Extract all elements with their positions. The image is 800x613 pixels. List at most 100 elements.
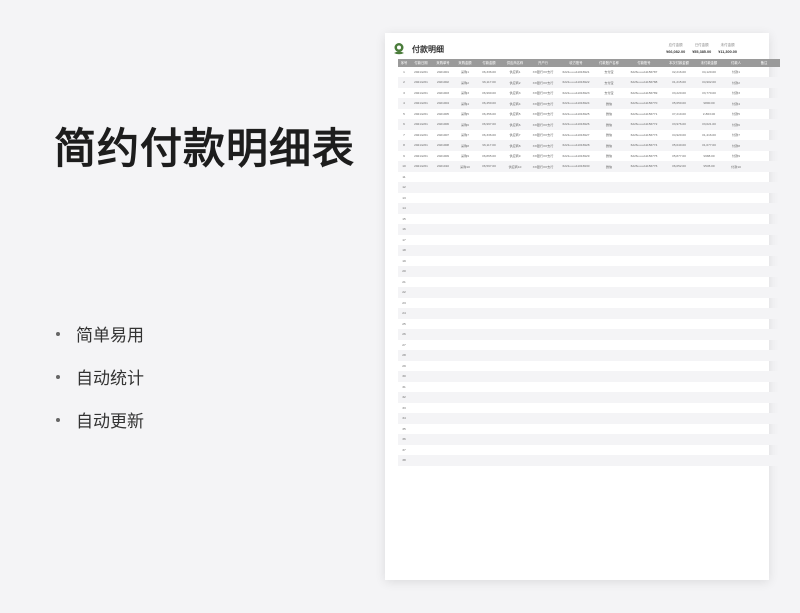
table-cell[interactable]: 30 (398, 371, 410, 382)
table-cell[interactable] (476, 172, 502, 183)
table-cell[interactable] (624, 224, 664, 235)
table-cell[interactable]: 付款3 (724, 88, 748, 99)
table-cell[interactable] (410, 235, 432, 246)
table-cell[interactable] (528, 371, 558, 382)
table-cell[interactable] (454, 224, 476, 235)
table-cell[interactable] (624, 329, 664, 340)
table-cell[interactable] (410, 203, 432, 214)
table-cell[interactable] (694, 350, 724, 361)
table-cell[interactable] (502, 445, 528, 456)
table-cell[interactable] (410, 266, 432, 277)
table-cell[interactable] (476, 287, 502, 298)
table-cell[interactable] (724, 266, 748, 277)
table-cell[interactable]: 微信 (594, 151, 624, 162)
table-cell[interactable]: ¥6,117.00 (476, 140, 502, 151)
table-cell[interactable] (624, 214, 664, 225)
table-cell[interactable]: 支付宝 (594, 67, 624, 78)
table-cell[interactable] (454, 392, 476, 403)
table-cell[interactable]: 9 (398, 151, 410, 162)
table-cell[interactable] (624, 287, 664, 298)
table-cell[interactable] (528, 287, 558, 298)
table-cell[interactable] (724, 371, 748, 382)
table-cell[interactable] (748, 130, 780, 141)
table-cell[interactable] (454, 424, 476, 435)
table-cell[interactable] (454, 235, 476, 246)
table-cell[interactable] (502, 266, 528, 277)
table-cell[interactable]: 6221••••••11016926 (558, 119, 594, 130)
table-cell[interactable]: 采购9 (454, 151, 476, 162)
table-cell[interactable] (454, 193, 476, 204)
table-cell[interactable] (502, 308, 528, 319)
table-cell[interactable]: 2021/2/21 (410, 161, 432, 172)
table-cell[interactable] (624, 455, 664, 466)
table-cell[interactable]: ¥6,052.00 (664, 161, 694, 172)
table-cell[interactable] (694, 329, 724, 340)
table-cell[interactable]: 微信 (594, 109, 624, 120)
table-cell[interactable] (454, 445, 476, 456)
table-cell[interactable] (432, 298, 454, 309)
table-cell[interactable] (558, 245, 594, 256)
table-cell[interactable] (454, 256, 476, 267)
table-cell[interactable]: 6226••••••11156776 (624, 161, 664, 172)
table-cell[interactable] (528, 403, 558, 414)
table-cell[interactable] (502, 256, 528, 267)
table-cell[interactable] (476, 256, 502, 267)
table-cell[interactable] (594, 424, 624, 435)
table-cell[interactable] (432, 277, 454, 288)
table-cell[interactable] (664, 224, 694, 235)
table-cell[interactable] (410, 403, 432, 414)
table-cell[interactable] (502, 392, 528, 403)
table-cell[interactable]: 33 (398, 403, 410, 414)
table-cell[interactable] (724, 193, 748, 204)
table-cell[interactable]: 采购1 (454, 67, 476, 78)
table-cell[interactable]: 6221••••••11016927 (558, 130, 594, 141)
table-cell[interactable] (724, 203, 748, 214)
table-cell[interactable]: ¥3,770.00 (694, 88, 724, 99)
table-cell[interactable]: 2021/2/21 (410, 109, 432, 120)
table-cell[interactable]: 27 (398, 340, 410, 351)
table-cell[interactable] (594, 203, 624, 214)
table-cell[interactable] (502, 172, 528, 183)
table-cell[interactable]: 2021005 (432, 109, 454, 120)
table-cell[interactable]: 10 (398, 161, 410, 172)
table-cell[interactable] (748, 245, 780, 256)
table-cell[interactable] (558, 193, 594, 204)
table-cell[interactable] (410, 182, 432, 193)
table-cell[interactable] (558, 172, 594, 183)
table-cell[interactable] (694, 371, 724, 382)
table-cell[interactable] (432, 361, 454, 372)
table-cell[interactable]: ¥1,077.00 (694, 140, 724, 151)
table-cell[interactable]: ¥4,902.00 (694, 77, 724, 88)
table-cell[interactable] (528, 329, 558, 340)
table-cell[interactable]: 2021001 (432, 67, 454, 78)
table-cell[interactable]: ¥-863.00 (694, 109, 724, 120)
table-cell[interactable] (528, 172, 558, 183)
table-cell[interactable] (664, 340, 694, 351)
table-cell[interactable] (694, 266, 724, 277)
table-cell[interactable] (624, 172, 664, 183)
table-cell[interactable] (528, 193, 558, 204)
table-cell[interactable] (502, 455, 528, 466)
table-cell[interactable] (748, 340, 780, 351)
table-cell[interactable]: 支付宝 (594, 77, 624, 88)
table-cell[interactable] (664, 235, 694, 246)
table-cell[interactable] (594, 361, 624, 372)
table-cell[interactable]: 34 (398, 413, 410, 424)
table-cell[interactable]: 2021003 (432, 88, 454, 99)
table-cell[interactable]: 19 (398, 256, 410, 267)
table-cell[interactable]: 采购5 (454, 109, 476, 120)
table-cell[interactable]: 2021/2/21 (410, 88, 432, 99)
table-cell[interactable]: 38 (398, 455, 410, 466)
table-cell[interactable] (724, 298, 748, 309)
table-cell[interactable] (476, 245, 502, 256)
table-cell[interactable] (454, 214, 476, 225)
table-cell[interactable] (476, 392, 502, 403)
table-cell[interactable] (476, 340, 502, 351)
table-cell[interactable] (432, 287, 454, 298)
table-cell[interactable] (664, 319, 694, 330)
table-cell[interactable] (748, 88, 780, 99)
table-cell[interactable]: 18 (398, 245, 410, 256)
table-cell[interactable] (502, 361, 528, 372)
table-cell[interactable]: 微信 (594, 161, 624, 172)
table-cell[interactable] (558, 361, 594, 372)
